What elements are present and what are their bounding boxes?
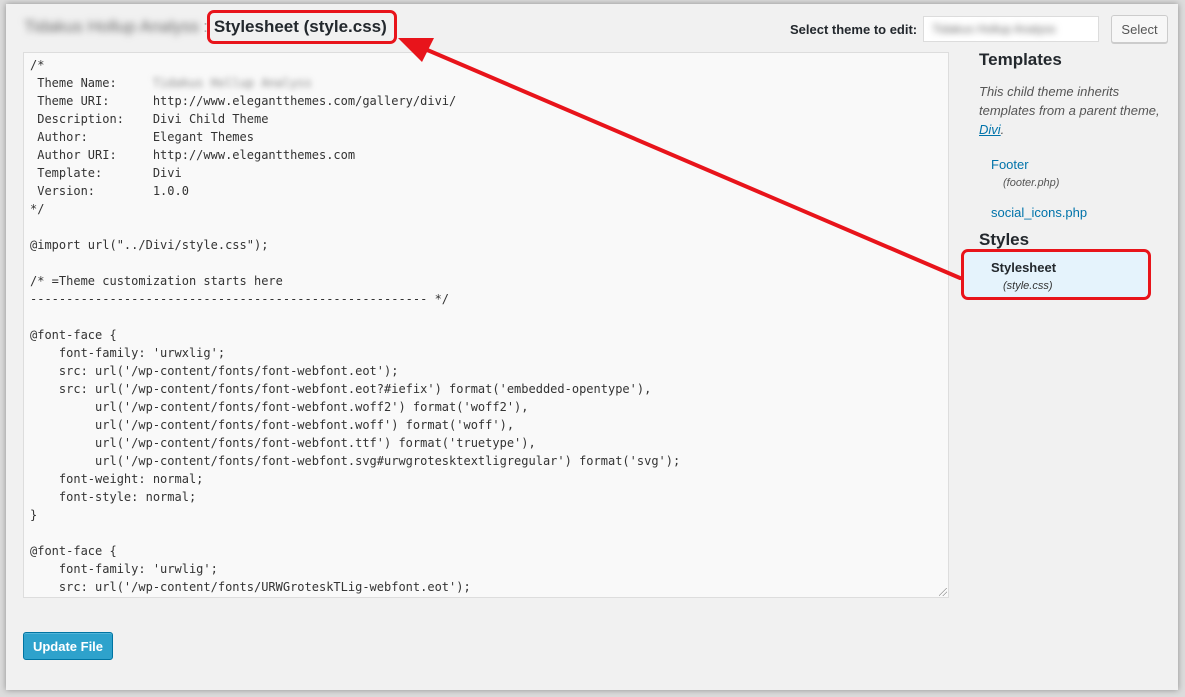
update-file-button[interactable]: Update File [23,632,113,660]
arrow-shaft [423,47,962,280]
annotation-arrow [398,38,962,280]
